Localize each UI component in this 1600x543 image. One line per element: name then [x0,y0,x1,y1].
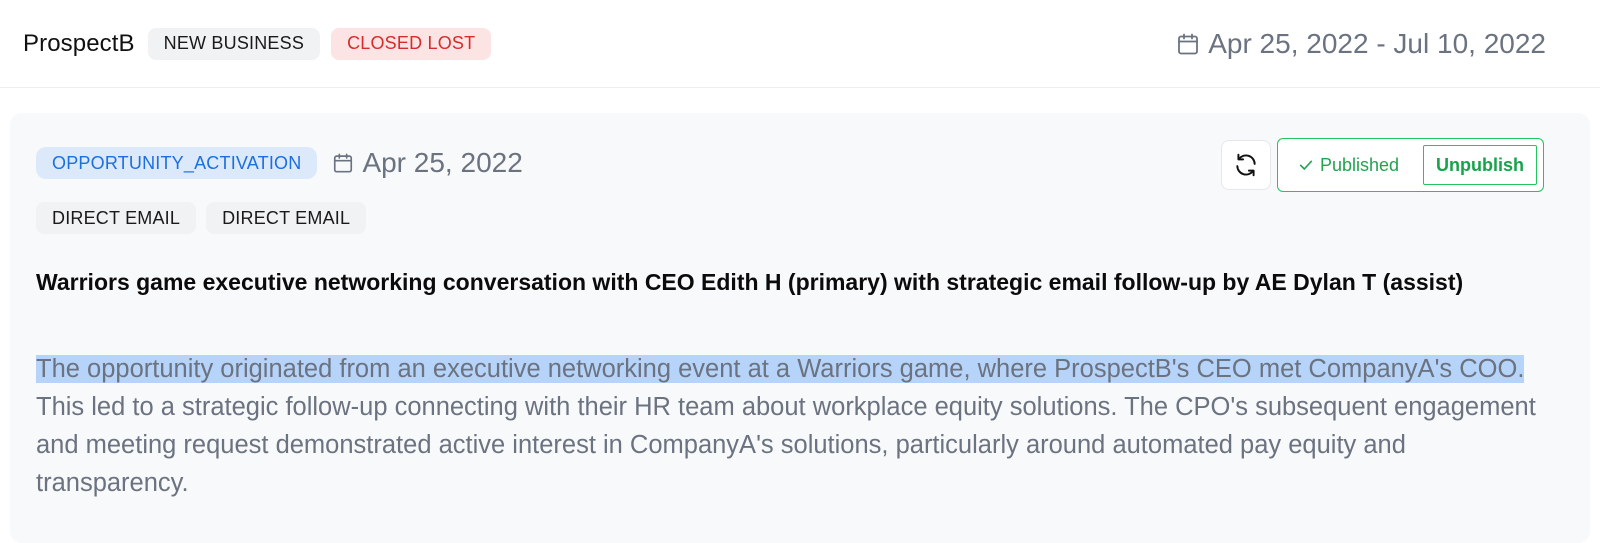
deal-type-badge: NEW BUSINESS [147,27,321,60]
activity-type-badge: OPPORTUNITY_ACTIVATION [36,147,318,179]
channel-tag: DIRECT EMAIL [206,202,367,234]
activity-date: Apr 25, 2022 [332,147,523,179]
activity-description[interactable]: The opportunity originated from an execu… [36,350,1556,502]
card-actions: Published Unpublish [1220,138,1544,192]
card-meta: OPPORTUNITY_ACTIVATION Apr 25, 2022 [36,147,523,179]
selected-text: The opportunity originated from an execu… [36,355,1525,383]
calendar-icon [1176,32,1200,56]
activity-card: OPPORTUNITY_ACTIVATION Apr 25, 2022 Publ… [10,113,1590,543]
channel-tags: DIRECT EMAIL DIRECT EMAIL [36,202,376,234]
deal-status-badge: CLOSED LOST [331,27,492,60]
channel-tag: DIRECT EMAIL [36,202,197,234]
header-left: ProspectB NEW BUSINESS CLOSED LOST [23,27,492,60]
calendar-icon [332,152,354,174]
header: ProspectB NEW BUSINESS CLOSED LOST Apr 2… [0,0,1600,88]
description-text: This led to a strategic follow-up connec… [36,393,1536,497]
published-status: Published [1298,155,1399,176]
activity-title: Warriors game executive networking conve… [36,269,1464,295]
unpublish-button[interactable]: Unpublish [1423,145,1537,185]
refresh-icon [1233,152,1259,178]
publish-control: Published Unpublish [1276,138,1544,192]
published-label: Published [1319,154,1399,175]
activity-date-text: Apr 25, 2022 [362,147,523,178]
company-name[interactable]: ProspectB [23,30,135,58]
refresh-button[interactable] [1220,140,1271,190]
check-icon [1298,157,1314,173]
date-range: Apr 25, 2022 - Jul 10, 2022 [1176,28,1546,60]
date-range-text: Apr 25, 2022 - Jul 10, 2022 [1208,27,1546,59]
